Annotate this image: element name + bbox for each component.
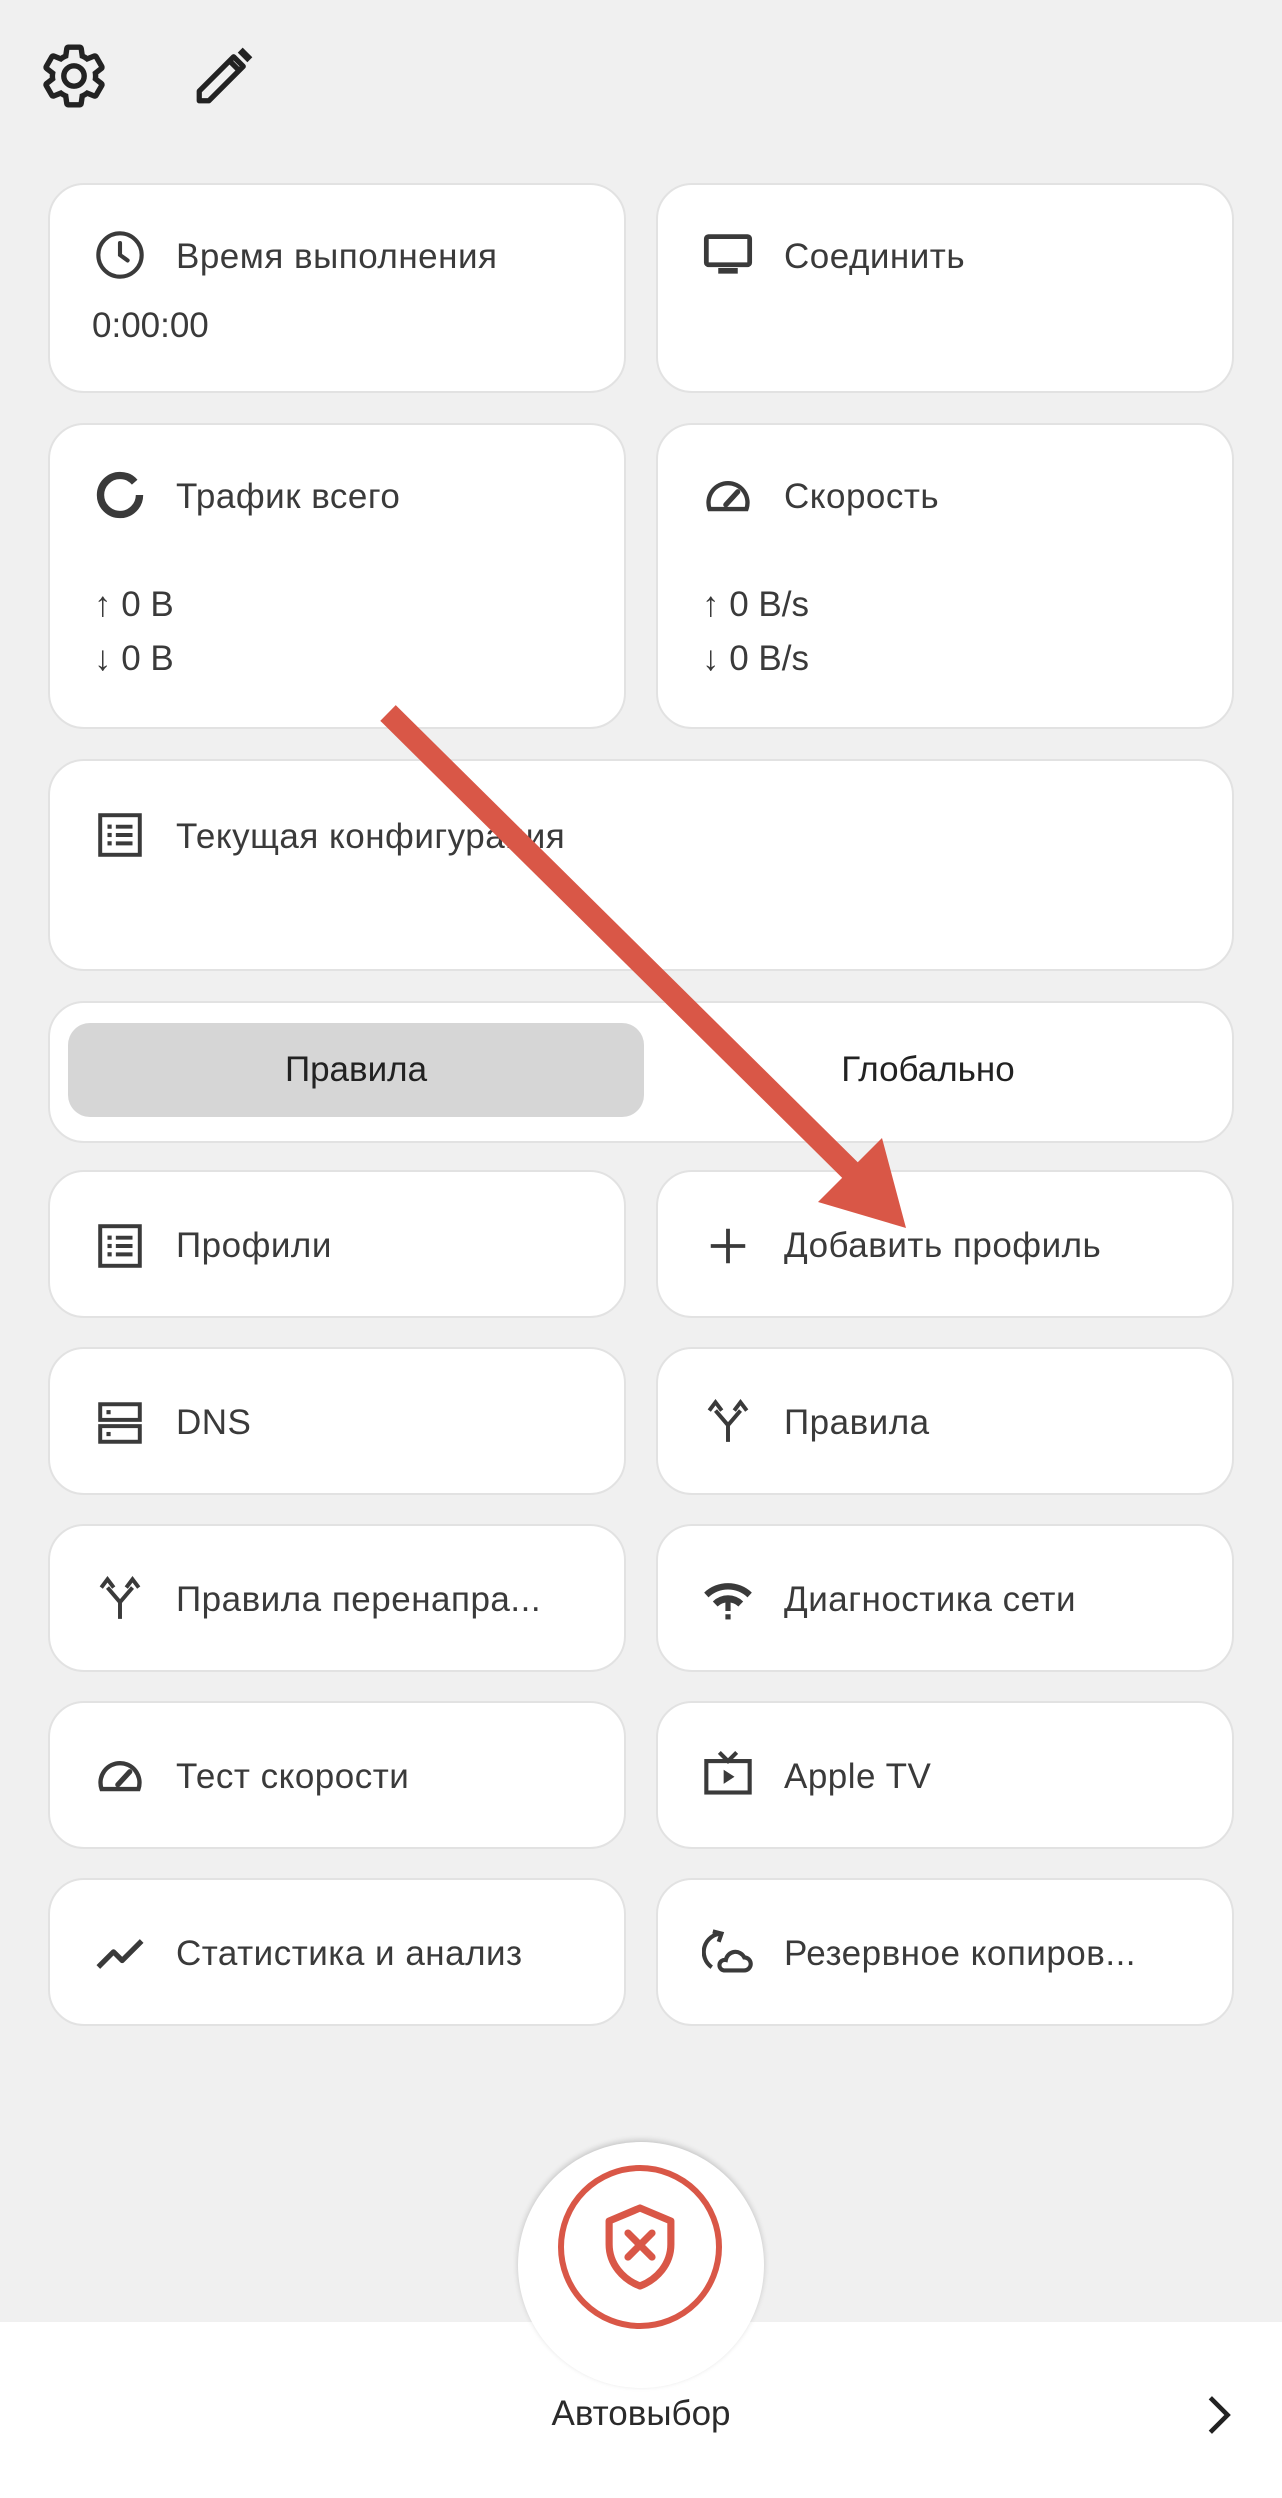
auto-select-label[interactable]: Автовыбор [0,2394,1282,2434]
traffic-card: Трафик всего ↑ 0 B ↓ 0 B [48,423,626,729]
clock-icon [94,229,146,281]
list-icon [94,1220,146,1272]
traffic-up: ↑ 0 B [94,585,174,624]
backup-label: Резервное копиров... [784,1934,1137,1973]
ring-icon [94,469,146,521]
pencil-icon [191,43,257,109]
dns-label: DNS [176,1403,252,1442]
list-icon [94,809,146,861]
traffic-label: Трафик всего [176,477,401,516]
add-profile-button[interactable]: Добавить профиль [656,1170,1234,1318]
speed-test-button[interactable]: Тест скорости [48,1701,626,1849]
runtime-card: Время выполнения 0:00:00 [48,183,626,393]
chevron-right-icon[interactable] [1198,2392,1238,2438]
statistics-label: Статистика и анализ [176,1934,523,1973]
profiles-button[interactable]: Профили [48,1170,626,1318]
speedometer-icon [702,469,754,521]
dns-button[interactable]: DNS [48,1347,626,1495]
traffic-down: ↓ 0 B [94,639,174,678]
server-icon [94,1397,146,1449]
rules-label: Правила [784,1403,930,1442]
mode-segmented-control: Правила Глобально [48,1001,1234,1143]
network-diagnostics-label: Диагностика сети [784,1580,1077,1619]
speedometer-icon [94,1749,146,1801]
fork-icon [702,1395,754,1447]
current-config-label: Текущая конфигурация [176,817,566,856]
backup-icon [702,1926,754,1978]
rules-button[interactable]: Правила [656,1347,1234,1495]
speed-up: ↑ 0 B/s [702,585,809,624]
settings-button[interactable] [34,36,114,116]
backup-button[interactable]: Резервное копиров... [656,1878,1234,2026]
wifi-alert-icon [702,1572,754,1624]
speed-down: ↓ 0 B/s [702,639,809,678]
trend-icon [94,1928,146,1980]
plus-icon [702,1220,754,1272]
statistics-button[interactable]: Статистика и анализ [48,1878,626,2026]
apple-tv-label: Apple TV [784,1757,932,1796]
runtime-value: 0:00:00 [92,306,209,345]
redirect-rules-button[interactable]: Правила перенапра... [48,1524,626,1672]
apple-tv-button[interactable]: Apple TV [656,1701,1234,1849]
speed-card: Скорость ↑ 0 B/s ↓ 0 B/s [656,423,1234,729]
fork-icon [94,1572,146,1624]
mode-option-global[interactable]: Глобально [640,1023,1216,1117]
network-diagnostics-button[interactable]: Диагностика сети [656,1524,1234,1672]
connect-label: Соединить [784,237,966,276]
profiles-label: Профили [176,1226,332,1265]
runtime-label: Время выполнения [176,237,498,276]
tv-icon [702,1747,754,1799]
connect-toggle-button[interactable] [558,2165,722,2329]
mode-option-rules[interactable]: Правила [68,1023,644,1117]
speed-label: Скорость [784,477,940,516]
gear-icon [38,40,110,112]
edit-button[interactable] [184,36,264,116]
shield-x-icon [601,2203,679,2291]
add-profile-label: Добавить профиль [784,1226,1102,1265]
redirect-rules-label: Правила перенапра... [176,1580,542,1619]
current-config-card[interactable]: Текущая конфигурация [48,759,1234,971]
monitor-icon [702,229,754,281]
speed-test-label: Тест скорости [176,1757,410,1796]
connect-card[interactable]: Соединить [656,183,1234,393]
